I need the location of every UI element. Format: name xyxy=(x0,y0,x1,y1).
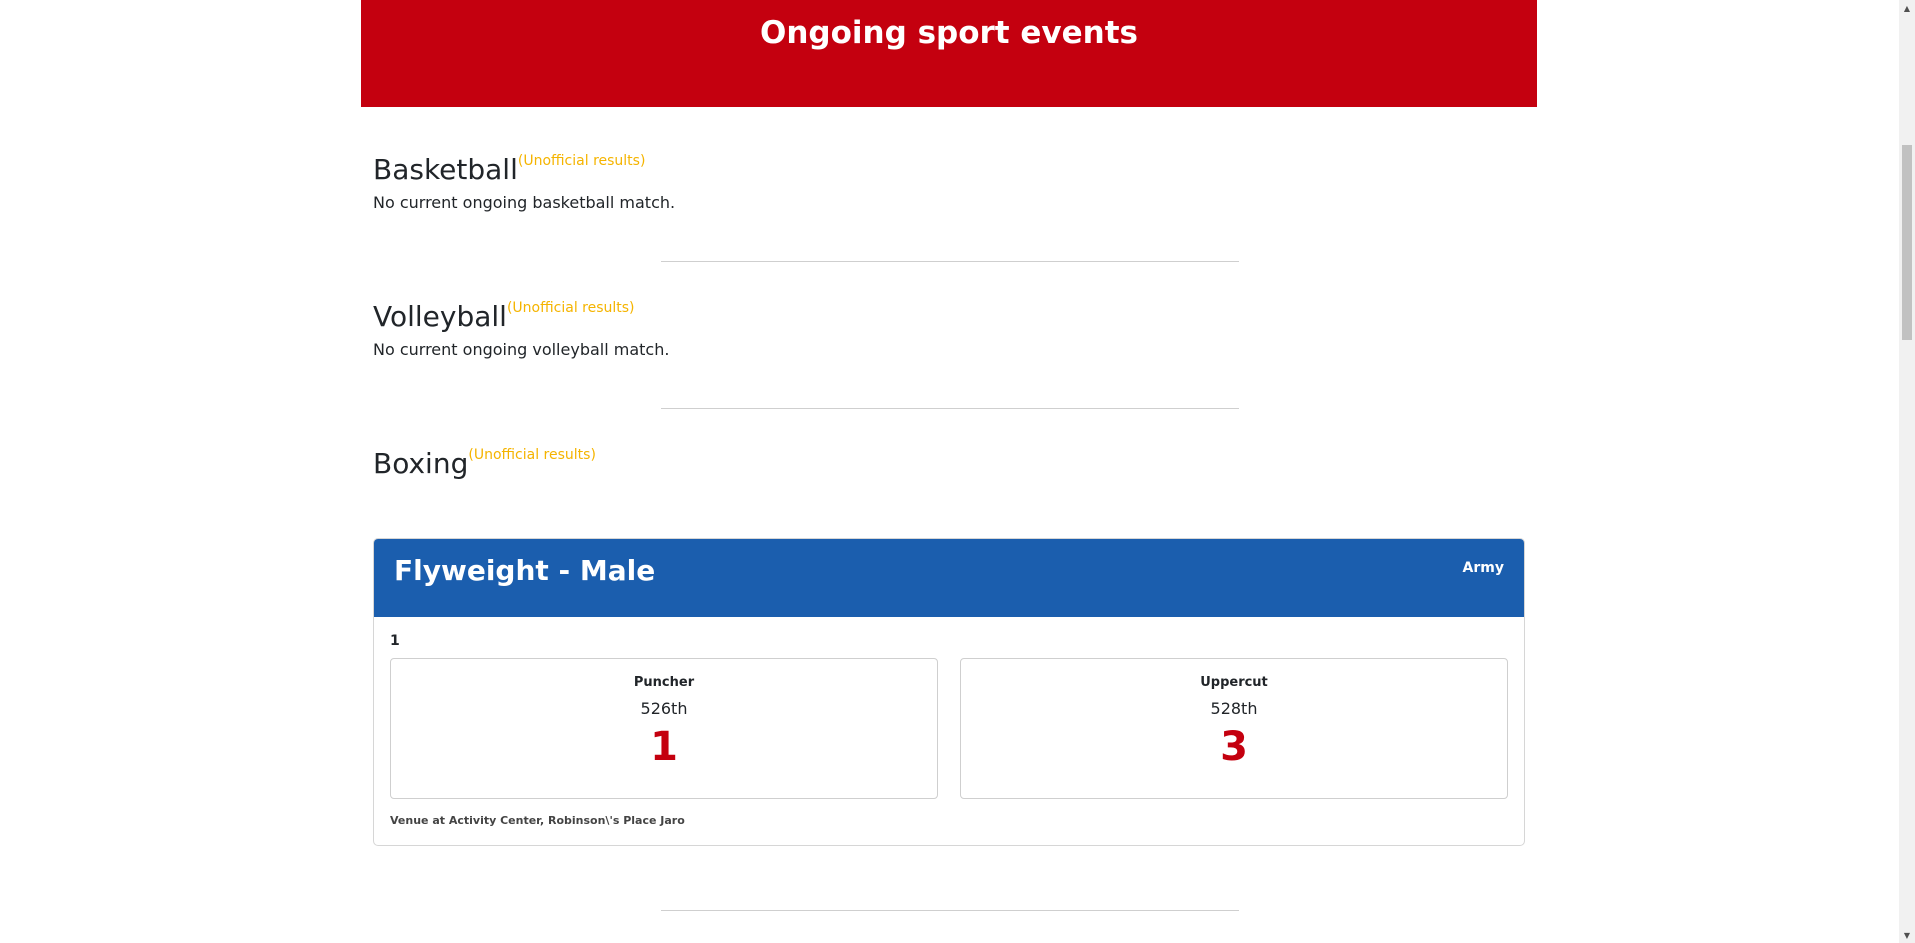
boxer-team: 528th xyxy=(1210,699,1258,718)
match-card-header: Flyweight - Male Army xyxy=(374,539,1524,617)
boxing-match-card: Flyweight - Male Army 1 Puncher 526th 1 … xyxy=(373,538,1525,846)
basketball-status: No current ongoing basketball match. xyxy=(373,193,676,212)
section-divider xyxy=(661,261,1239,262)
boxer-card-blue: Uppercut 528th 3 xyxy=(960,658,1508,799)
boxer-score: 3 xyxy=(1220,724,1248,770)
main-container: Ongoing sport events Basketball(Unoffici… xyxy=(361,0,1537,911)
scrollbar-thumb[interactable] xyxy=(1902,145,1912,340)
basketball-title: Basketball xyxy=(373,153,518,186)
volleyball-heading: Volleyball(Unofficial results) xyxy=(373,300,1525,334)
scroll-up-arrow-icon[interactable]: ▲ xyxy=(1899,0,1915,16)
basketball-heading: Basketball(Unofficial results) xyxy=(373,153,1525,187)
boxer-score: 1 xyxy=(650,724,678,770)
match-organizer: Army xyxy=(1462,560,1504,576)
scroll-down-arrow-icon[interactable]: ▼ xyxy=(1899,927,1915,943)
volleyball-title: Volleyball xyxy=(373,300,507,333)
match-card-body: 1 Puncher 526th 1 Uppercut 528th 3 Venue… xyxy=(374,617,1524,845)
match-venue: Venue at Activity Center, Robinson\'s Pl… xyxy=(390,814,685,827)
volleyball-unofficial-badge: (Unofficial results) xyxy=(506,300,635,316)
boxer-card-red: Puncher 526th 1 xyxy=(390,658,938,799)
boxers-row: Puncher 526th 1 Uppercut 528th 3 xyxy=(390,658,1508,799)
boxing-unofficial-badge: (Unofficial results) xyxy=(468,447,596,463)
page-header: Ongoing sport events xyxy=(361,0,1537,107)
boxer-team: 526th xyxy=(640,699,688,718)
boxing-heading: Boxing(Unofficial results) xyxy=(373,447,1525,481)
match-round-number: 1 xyxy=(390,633,400,649)
page: Ongoing sport events Basketball(Unoffici… xyxy=(0,0,1915,943)
boxer-name: Uppercut xyxy=(1200,675,1268,690)
volleyball-status: No current ongoing volleyball match. xyxy=(373,340,670,359)
boxing-section: Boxing(Unofficial results) xyxy=(373,447,1525,481)
section-divider xyxy=(661,910,1239,911)
vertical-scrollbar[interactable]: ▲ ▼ xyxy=(1899,0,1915,943)
boxer-name: Puncher xyxy=(633,675,695,690)
volleyball-section: Volleyball(Unofficial results) No curren… xyxy=(373,300,1525,359)
basketball-unofficial-badge: (Unofficial results) xyxy=(517,153,646,169)
basketball-section: Basketball(Unofficial results) No curren… xyxy=(373,153,1525,212)
boxing-title: Boxing xyxy=(373,447,469,480)
page-title: Ongoing sport events xyxy=(759,15,1139,51)
match-division: Flyweight - Male xyxy=(394,554,656,587)
section-divider xyxy=(661,408,1239,409)
